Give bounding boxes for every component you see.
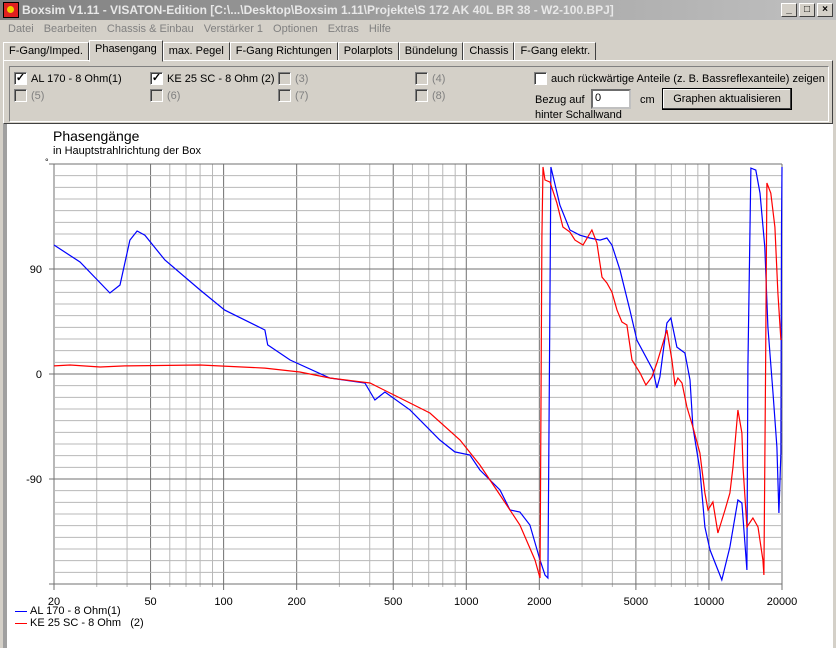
series-line-1: [53, 166, 783, 582]
title-bar: Boxsim V1.11 - VISATON-Edition [C:\...\D…: [0, 0, 836, 20]
tab-chassis[interactable]: Chassis: [463, 42, 515, 61]
x-tick-label: 50: [144, 596, 156, 608]
tab-phasengang[interactable]: Phasengang: [88, 40, 163, 62]
driver-checkbox-1[interactable]: ✓ AL 170 - 8 Ohm(1): [14, 72, 122, 85]
menu-bearbeiten[interactable]: Bearbeiten: [39, 23, 102, 35]
driver-checkbox-6[interactable]: (6): [150, 89, 180, 102]
x-tick-label: 1000: [454, 596, 478, 608]
phase-chart: Phasengänge in Hauptstrahlrichtung der B…: [3, 124, 833, 648]
menu-optionen[interactable]: Optionen: [268, 23, 323, 35]
x-tick-label: 5000: [624, 596, 648, 608]
rear-components-checkbox[interactable]: auch rückwärtige Anteile (z. B. Bassrefl…: [534, 72, 825, 85]
options-panel: ✓ AL 170 - 8 Ohm(1) ✓ KE 25 SC - 8 Ohm (2)…: [3, 60, 833, 124]
driver-checkbox-2[interactable]: ✓ KE 25 SC - 8 Ohm (2): [150, 72, 275, 85]
tab-fgang-richtungen[interactable]: F-Gang Richtungen: [229, 42, 338, 61]
plot-svg: 20 50 100 200 500 1000 2000 5000 10000 20000900-9…: [26, 163, 798, 608]
menu-bar: Datei Bearbeiten Chassis & Einbau Verstä…: [0, 20, 396, 38]
driver-checkbox-5[interactable]: (5): [14, 89, 44, 102]
legend: AL 170 - 8 Ohm(1) KE 25 SC - 8 Ohm (2): [15, 605, 144, 629]
window-title: Boxsim V1.11 - VISATON-Edition [C:\...\D…: [22, 3, 614, 17]
tab-polarplots[interactable]: Polarplots: [337, 42, 399, 61]
tab-fgang-elektr[interactable]: F-Gang elektr.: [514, 42, 597, 61]
driver-checkbox-4[interactable]: (4): [415, 72, 445, 85]
menu-verstaerker[interactable]: Verstärker 1: [199, 23, 268, 35]
menu-extras[interactable]: Extras: [323, 23, 364, 35]
x-tick-label: 200: [287, 596, 305, 608]
reference-sublabel: hinter Schallwand: [535, 109, 622, 121]
y-tick-label: 0: [36, 369, 42, 381]
driver-checkbox-7[interactable]: (7): [278, 89, 308, 102]
legend-item-ke25sc: KE 25 SC - 8 Ohm (2): [15, 617, 144, 629]
tab-bar: F-Gang/Imped. Phasengang max. Pegel F-Ga…: [3, 40, 597, 62]
close-button[interactable]: ×: [817, 3, 833, 17]
driver-checkbox-8[interactable]: (8): [415, 89, 445, 102]
minimize-button[interactable]: _: [781, 3, 797, 17]
reference-unit: cm: [640, 94, 655, 106]
x-tick-label: 500: [384, 596, 402, 608]
menu-chassis-einbau[interactable]: Chassis & Einbau: [102, 23, 199, 35]
tab-max-pegel[interactable]: max. Pegel: [162, 42, 230, 61]
reference-label: Bezug auf: [535, 94, 585, 106]
y-tick-label: 90: [30, 264, 42, 276]
legend-item-al170: AL 170 - 8 Ohm(1): [15, 605, 144, 617]
x-tick-label: 20000: [767, 596, 798, 608]
menu-hilfe[interactable]: Hilfe: [364, 23, 396, 35]
x-tick-label: 10000: [694, 596, 725, 608]
reference-distance-input[interactable]: 0: [591, 89, 631, 109]
checkbox-checked-icon: ✓: [150, 72, 163, 85]
maximize-button[interactable]: □: [799, 3, 815, 17]
y-tick-label: -90: [26, 474, 42, 486]
driver-checkbox-3[interactable]: (3): [278, 72, 308, 85]
app-icon: [3, 2, 19, 18]
update-graphs-button[interactable]: Graphen aktualisieren: [662, 88, 792, 110]
x-tick-label: 2000: [527, 596, 551, 608]
checkbox-checked-icon: ✓: [14, 72, 27, 85]
x-tick-label: 100: [214, 596, 232, 608]
series-line-2: [53, 166, 782, 579]
tab-buendelung[interactable]: Bündelung: [398, 42, 464, 61]
tab-fgang-imped[interactable]: F-Gang/Imped.: [3, 42, 89, 61]
menu-datei[interactable]: Datei: [3, 23, 39, 35]
